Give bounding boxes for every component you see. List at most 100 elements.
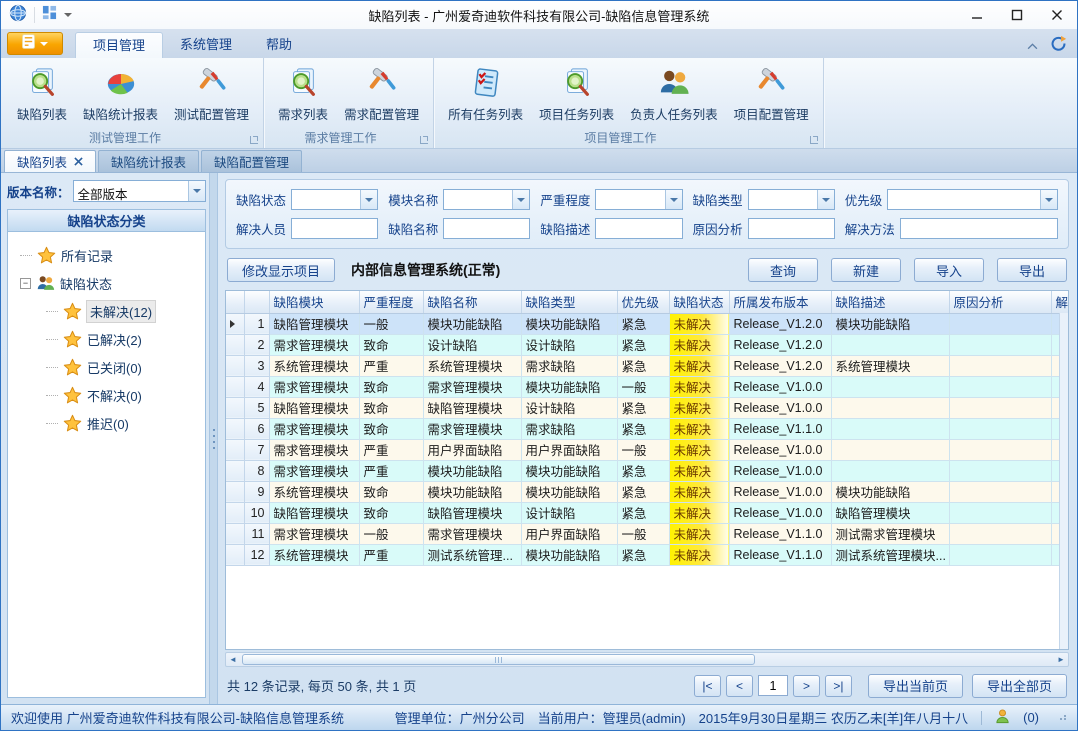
sidebar-splitter[interactable] [209, 173, 218, 704]
filter-input-control[interactable] [749, 190, 817, 209]
tree-item[interactable]: 推迟(0) [14, 409, 203, 437]
column-header[interactable]: 所属发布版本 [729, 291, 831, 313]
page-number-input[interactable] [758, 675, 788, 696]
filter-combobox[interactable] [443, 189, 530, 210]
first-page-button[interactable]: |< [694, 675, 721, 697]
horizontal-scrollbar-thumb[interactable] [242, 654, 755, 665]
row-selector-cell[interactable] [226, 397, 244, 418]
filter-textbox[interactable] [443, 218, 530, 239]
create-button[interactable]: 新建 [831, 258, 901, 282]
table-row[interactable]: 10缺陷管理模块致命缺陷管理模块设计缺陷紧急未解决Release_V1.0.0缺… [226, 502, 1069, 523]
ribbon-button[interactable]: 缺陷统计报表 [75, 61, 166, 125]
table-row[interactable]: 2需求管理模块致命设计缺陷设计缺陷紧急未解决Release_V1.2.0 [226, 334, 1069, 355]
dropdown-arrow-icon[interactable] [188, 181, 205, 201]
close-tab-icon[interactable] [74, 155, 83, 169]
tree-item[interactable]: 未解决(12) [14, 297, 203, 325]
table-row[interactable]: 3系统管理模块严重系统管理模块需求缺陷紧急未解决Release_V1.2.0系统… [226, 355, 1069, 376]
tree-item[interactable]: 已解决(2) [14, 325, 203, 353]
ribbon-button[interactable]: 负责人任务列表 [622, 61, 726, 125]
column-header[interactable]: 缺陷状态 [669, 291, 729, 313]
application-menu-button[interactable] [7, 32, 63, 55]
column-header[interactable]: 优先级 [617, 291, 669, 313]
close-button[interactable] [1037, 1, 1077, 29]
ribbon-button[interactable]: 需求配置管理 [336, 61, 427, 125]
ribbon-button[interactable]: 项目配置管理 [726, 61, 817, 125]
dropdown-arrow-icon[interactable] [1040, 190, 1057, 209]
ribbon-button[interactable]: 缺陷列表 [9, 61, 75, 125]
filter-input-control[interactable] [596, 190, 664, 209]
export-button[interactable]: 导出 [997, 258, 1067, 282]
column-header[interactable]: 缺陷名称 [423, 291, 521, 313]
tree-item[interactable]: 已关闭(0) [14, 353, 203, 381]
dialog-launcher-icon[interactable] [810, 136, 818, 144]
table-row[interactable]: 1缺陷管理模块一般模块功能缺陷模块功能缺陷紧急未解决Release_V1.2.0… [226, 313, 1069, 334]
dialog-launcher-icon[interactable] [250, 136, 258, 144]
column-header[interactable]: 缺陷类型 [521, 291, 617, 313]
previous-page-button[interactable]: < [726, 675, 753, 697]
dropdown-arrow-icon[interactable] [360, 190, 377, 209]
column-header[interactable]: 缺陷模块 [269, 291, 359, 313]
online-users-icon[interactable] [995, 709, 1010, 727]
vertical-scrollbar[interactable] [1059, 313, 1068, 649]
resize-grip[interactable] [1056, 715, 1067, 720]
minimize-button[interactable] [957, 1, 997, 29]
table-row[interactable]: 6需求管理模块致命需求管理模块需求缺陷紧急未解决Release_V1.1.0 [226, 418, 1069, 439]
filter-input-control[interactable] [444, 219, 529, 238]
table-row[interactable]: 8需求管理模块严重模块功能缺陷模块功能缺陷紧急未解决Release_V1.0.0 [226, 460, 1069, 481]
ribbon-tab-0[interactable]: 项目管理 [75, 32, 163, 58]
column-header[interactable]: 缺陷描述 [831, 291, 949, 313]
table-row[interactable]: 11需求管理模块一般需求管理模块用户界面缺陷一般未解决Release_V1.1.… [226, 523, 1069, 544]
row-selector-cell[interactable] [226, 460, 244, 481]
row-selector-cell[interactable] [226, 523, 244, 544]
filter-input-control[interactable] [292, 219, 377, 238]
dropdown-arrow-icon[interactable] [665, 190, 682, 209]
modify-display-items-button[interactable]: 修改显示项目 [227, 258, 335, 282]
row-selector-cell[interactable] [226, 418, 244, 439]
tree-item[interactable]: 所有记录 [14, 241, 203, 269]
ribbon-button[interactable]: 项目任务列表 [531, 61, 622, 125]
query-button[interactable]: 查询 [748, 258, 818, 282]
table-row[interactable]: 12系统管理模块严重测试系统管理...模块功能缺陷紧急未解决Release_V1… [226, 544, 1069, 565]
table-row[interactable]: 9系统管理模块致命模块功能缺陷模块功能缺陷紧急未解决Release_V1.0.0… [226, 481, 1069, 502]
doc-tab-0[interactable]: 缺陷列表 [4, 150, 96, 172]
filter-combobox[interactable] [887, 189, 1058, 210]
filter-input-control[interactable] [292, 190, 360, 209]
scroll-right-icon[interactable]: ► [1054, 653, 1068, 666]
row-selector-cell[interactable] [226, 481, 244, 502]
dropdown-arrow-icon[interactable] [512, 190, 529, 209]
row-selector-cell[interactable] [226, 439, 244, 460]
maximize-button[interactable] [997, 1, 1037, 29]
tree-item[interactable]: 不解决(0) [14, 381, 203, 409]
filter-input-control[interactable] [749, 219, 834, 238]
ribbon-button[interactable]: 所有任务列表 [440, 61, 531, 125]
filter-input-control[interactable] [888, 190, 1040, 209]
ribbon-tab-2[interactable]: 帮助 [249, 32, 309, 58]
app-logo-icon[interactable] [9, 4, 27, 27]
next-page-button[interactable]: > [793, 675, 820, 697]
row-selector-cell[interactable] [226, 355, 244, 376]
version-combobox[interactable]: 全部版本 [73, 180, 206, 202]
export-current-page-button[interactable]: 导出当前页 [868, 674, 963, 698]
scroll-left-icon[interactable]: ◄ [226, 653, 240, 666]
filter-input-control[interactable] [596, 219, 681, 238]
column-header[interactable]: 原因分析 [949, 291, 1051, 313]
ribbon-button[interactable]: 需求列表 [270, 61, 336, 125]
column-header[interactable]: 严重程度 [359, 291, 423, 313]
ribbon-tab-1[interactable]: 系统管理 [163, 32, 249, 58]
filter-combobox[interactable] [595, 189, 682, 210]
quick-access-dropdown-icon[interactable] [64, 13, 72, 17]
table-row[interactable]: 4需求管理模块致命需求管理模块模块功能缺陷一般未解决Release_V1.0.0 [226, 376, 1069, 397]
export-all-pages-button[interactable]: 导出全部页 [972, 674, 1067, 698]
quick-access-layout-icon[interactable] [42, 5, 57, 25]
filter-combobox[interactable] [748, 189, 835, 210]
last-page-button[interactable]: >| [825, 675, 852, 697]
doc-tab-1[interactable]: 缺陷统计报表 [98, 150, 199, 172]
doc-tab-2[interactable]: 缺陷配置管理 [201, 150, 302, 172]
row-selector-cell[interactable] [226, 313, 244, 334]
row-selector-cell[interactable] [226, 334, 244, 355]
help-about-icon[interactable] [1050, 35, 1067, 57]
column-header[interactable]: 解决方法 [1051, 291, 1069, 313]
filter-textbox[interactable] [900, 218, 1058, 239]
table-row[interactable]: 7需求管理模块严重用户界面缺陷用户界面缺陷一般未解决Release_V1.0.0 [226, 439, 1069, 460]
filter-input-control[interactable] [901, 219, 1057, 238]
